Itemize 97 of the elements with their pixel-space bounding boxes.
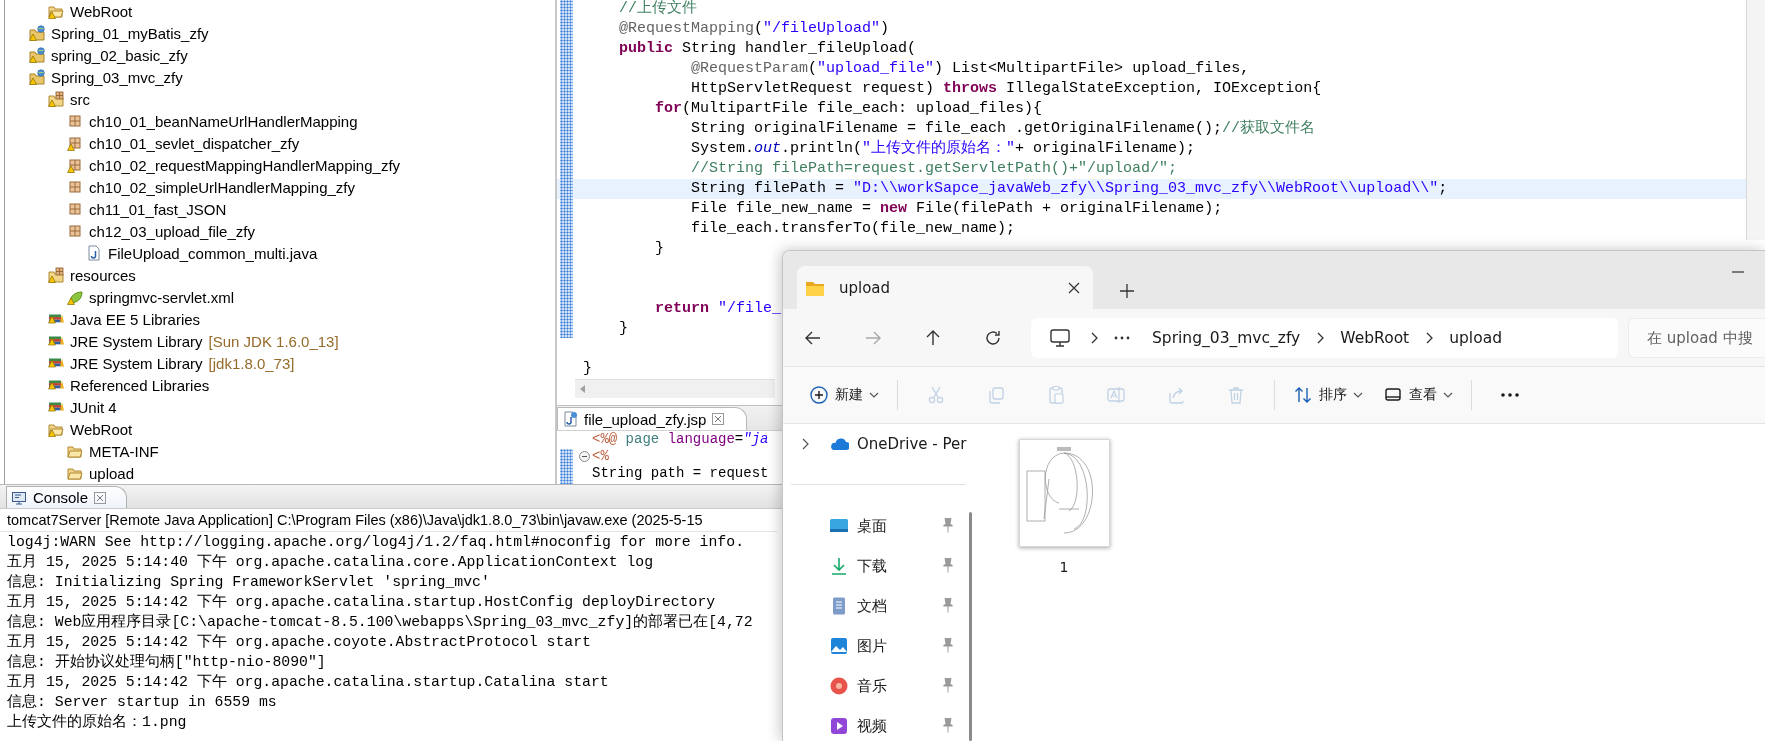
tree-item-detail: [jdk1.8.0_73] xyxy=(208,354,295,372)
breadcrumb-item[interactable]: WebRoot xyxy=(1340,328,1410,347)
code-line: File file_new_name = new File(filePath + originalFilename); xyxy=(690,199,1223,219)
console-line: 五月 15, 2025 5:14:42 下午 org.apache.coyote.AbstractProtocol start xyxy=(7,633,591,652)
scrollbar[interactable] xyxy=(969,512,972,741)
tree-item[interactable]: FileUpload_common_multi.java xyxy=(108,244,318,262)
console-line: 信息: Initializing Spring FrameworkServlet 'spring_mvc' xyxy=(7,573,490,592)
view-button[interactable]: 查看 xyxy=(1373,376,1463,414)
tab-label: file_upload_zfy.jsp xyxy=(584,410,707,428)
chevron-down-icon xyxy=(869,391,879,399)
chevron-right-icon[interactable] xyxy=(801,438,809,450)
download-icon xyxy=(829,556,849,576)
editor-tab[interactable]: file_upload_zfy.jsp xyxy=(557,407,748,430)
chevron-right-icon xyxy=(1089,330,1099,345)
tree-item[interactable]: Spring_03_mvc_zfy xyxy=(51,68,183,86)
tree-item[interactable]: ch10_01_sevlet_dispatcher_zfy xyxy=(89,134,300,152)
tree-item[interactable]: WebRoot xyxy=(70,420,133,438)
console-line: 信息: 开始协议处理句柄["http-nio-8090"] xyxy=(7,652,326,672)
console-line: 五月 15, 2025 5:14:42 下午 org.apache.catalina.startup.HostConfig deployDirectory xyxy=(7,593,716,612)
tree-item[interactable]: Java EE 5 Libraries xyxy=(70,310,201,328)
vertical-scrollbar[interactable] xyxy=(1746,0,1765,240)
code-line: String originalFilename = file_each .getOriginalFilename();//获取文件名 xyxy=(690,119,1316,139)
code-line: } xyxy=(618,319,628,339)
tree-item[interactable]: JUnit 4 xyxy=(70,398,117,416)
sort-button[interactable]: 排序 xyxy=(1283,376,1373,414)
tree-item[interactable]: JRE System Library xyxy=(70,354,203,372)
chevron-down-icon xyxy=(1443,391,1453,399)
code-line: <% xyxy=(557,448,609,465)
console-line: 上传文件的原始名：1.png xyxy=(7,712,187,732)
tree-item[interactable]: META-INF xyxy=(89,442,159,460)
close-icon[interactable] xyxy=(1067,280,1081,295)
console-line: log4j:WARN See http://logging.apache.org/log4j/1.2/faq.html#noconfig for more info. xyxy=(7,533,744,552)
code-line: //上传文件 xyxy=(618,0,697,19)
collapse-icon[interactable] xyxy=(579,451,590,462)
nav-item[interactable]: 图片 xyxy=(857,636,887,656)
horizontal-scrollbar[interactable] xyxy=(575,379,775,398)
console-line: 信息: Server startup in 6559 ms xyxy=(7,693,277,712)
address-bar[interactable]: Spring_03_mvc_zfy WebRoot upload xyxy=(1031,317,1618,358)
tree-item-detail: [Sun JDK 1.6.0_13] xyxy=(208,332,339,350)
chevron-right-icon xyxy=(1315,330,1326,345)
monitor-icon xyxy=(1049,327,1071,348)
nav-item[interactable]: OneDrive - Per xyxy=(857,435,967,453)
code-line: public String handler_fileUpload( xyxy=(618,39,917,59)
tree-item[interactable]: WebRoot xyxy=(70,2,133,20)
code-line: return "/file_ xyxy=(654,299,782,319)
tree-item[interactable]: Referenced Libraries xyxy=(70,376,210,394)
breadcrumb-item[interactable]: upload xyxy=(1449,328,1502,347)
code-line: @RequestParam("upload_file") List<MultipartFile> upload_files, xyxy=(690,59,1250,79)
breadcrumb-item[interactable]: Spring_03_mvc_zfy xyxy=(1152,328,1301,347)
code-line: } xyxy=(654,239,664,259)
code-line: String path = request xyxy=(591,465,769,482)
code-line: @RequestMapping("/fileUpload") xyxy=(618,19,890,39)
new-tab-icon[interactable] xyxy=(1119,283,1135,299)
ellipsis-icon[interactable] xyxy=(1114,334,1130,341)
tab-label: Console xyxy=(33,489,89,506)
file-name[interactable]: 1 xyxy=(1059,559,1069,575)
window-tab[interactable]: upload xyxy=(797,266,1093,309)
nav-item[interactable]: 视频 xyxy=(857,716,887,736)
tree-item[interactable]: src xyxy=(70,90,90,108)
nav-item[interactable]: 桌面 xyxy=(857,516,887,536)
tree-item[interactable]: ch10_01_beanNameUrlHandlerMapping xyxy=(89,112,358,130)
tree-item[interactable]: spring_02_basic_zfy xyxy=(51,46,188,64)
chevron-down-icon xyxy=(1353,391,1363,399)
tree-item[interactable]: Spring_01_myBatis_zfy xyxy=(51,24,209,42)
code-line: for(MultipartFile file_each: upload_files){ xyxy=(654,99,1043,119)
tree-item[interactable]: ch10_02_simpleUrlHandlerMapping_zfy xyxy=(89,178,355,196)
tree-item[interactable]: upload xyxy=(89,464,135,482)
code-line: //String filePath=request.getServletPath()+"/upload/"; xyxy=(690,159,1178,179)
console-line: 五月 15, 2025 5:14:40 下午 org.apache.catalina.core.ApplicationContext log xyxy=(7,553,654,572)
console-line: 信息: Web应用程序目录[C:\apache-tomcat-8.5.100\webapps\Spring_03_mvc_zfy]的部署已在[4,72 xyxy=(7,612,753,632)
picture-icon xyxy=(829,636,849,656)
tree-item[interactable]: ch11_01_fast_JSON xyxy=(89,200,227,218)
nav-item[interactable]: 下载 xyxy=(857,556,887,576)
tree-item[interactable]: ch10_02_requestMappingHandlerMapping_zfy xyxy=(89,156,401,174)
code-line: HttpServletRequest request) throws IllegalStateException, IOException{ xyxy=(690,79,1322,99)
tree-item[interactable]: springmvc-servlet.xml xyxy=(89,288,235,306)
code-line: file_each.transferTo(file_new_name); xyxy=(690,219,1016,239)
monitor-icon xyxy=(11,489,27,506)
chevron-right-icon xyxy=(1424,330,1435,345)
tree-item[interactable]: JRE System Library xyxy=(70,332,203,350)
tab-label: upload xyxy=(839,278,891,297)
music-icon xyxy=(829,676,849,696)
new-button[interactable]: 新建 xyxy=(799,376,889,414)
code-line: <%@ page language="ja xyxy=(591,431,769,448)
jsp-file-icon xyxy=(562,411,578,427)
range-indicator xyxy=(560,449,573,484)
nav-item[interactable]: 音乐 xyxy=(857,676,887,696)
search-field[interactable]: 在 upload 中搜 xyxy=(1628,317,1765,358)
video-icon xyxy=(829,716,849,736)
tree-item[interactable]: ch12_03_upload_file_zfy xyxy=(89,222,255,240)
tree-item[interactable]: resources xyxy=(70,266,136,284)
code-line: } xyxy=(582,359,592,379)
code-line: System.out.println("上传文件的原始名："+ originalFilename); xyxy=(690,139,1196,159)
process-description: tomcat7Server [Remote Java Application] C:\Program Files (x86)\Java\jdk1.8.0_73\bin\javaw.exe (2025-5-15 xyxy=(0,509,777,532)
nav-item[interactable]: 文档 xyxy=(857,596,887,616)
console-tab[interactable]: Console xyxy=(6,486,128,508)
console-line: 五月 15, 2025 5:14:42 下午 org.apache.catalina.startup.Catalina start xyxy=(7,673,609,692)
